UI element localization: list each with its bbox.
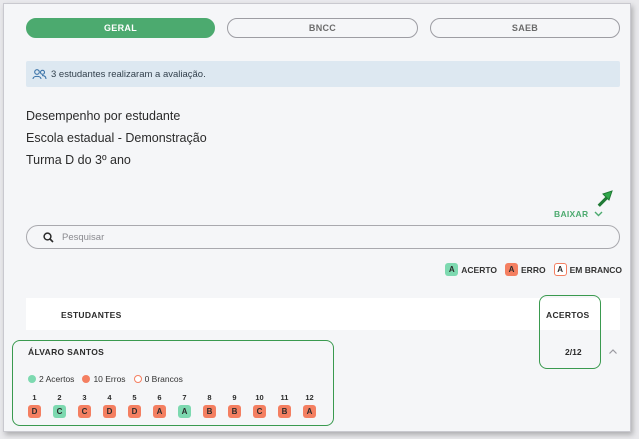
answer-item: 7A xyxy=(178,393,191,418)
blank-dot-icon xyxy=(133,375,142,383)
question-number: 12 xyxy=(305,393,314,402)
answer-item: 9B xyxy=(228,393,241,418)
legend-correct-badge: A xyxy=(445,263,459,276)
question-number: 10 xyxy=(255,393,264,402)
summary-correct-text: 2 Acertos xyxy=(39,374,75,384)
page-title: Desempenho por estudante xyxy=(26,109,181,123)
column-header-students[interactable]: ESTUDANTES xyxy=(61,310,122,320)
legend-blank-label: EM BRANCO xyxy=(569,264,622,275)
question-number: 3 xyxy=(82,393,87,402)
student-summary: 2 Acertos 10 Erros 0 Brancos xyxy=(28,374,183,384)
legend-wrong-badge: A xyxy=(505,263,519,276)
answer-item: 8B xyxy=(203,393,216,418)
answer-badge: B xyxy=(228,405,241,418)
summary-blank-text: 0 Brancos xyxy=(144,374,183,384)
search-icon xyxy=(43,231,54,243)
chevron-up-icon[interactable] xyxy=(608,347,618,357)
correct-dot-icon xyxy=(28,375,36,383)
legend-blank-badge: A xyxy=(553,263,567,276)
legend-correct: A ACERTO xyxy=(445,263,497,276)
legend-wrong-label: ERRO xyxy=(521,264,546,275)
answer-item: 12 A xyxy=(303,393,316,418)
school-name: Escola estadual - Demonstração xyxy=(26,131,207,145)
answer-badge: B xyxy=(278,405,291,418)
answer-badge: A xyxy=(178,405,191,418)
answer-item: 2C xyxy=(53,393,66,418)
question-number: 8 xyxy=(207,393,212,402)
answer-item: 6A xyxy=(153,393,166,418)
answer-item: 1D xyxy=(28,393,41,418)
answer-item: 10 C xyxy=(253,393,266,418)
question-number: 4 xyxy=(107,393,112,402)
answer-badge: D xyxy=(28,405,41,418)
info-banner-text: 3 estudantes realizaram a avaliação. xyxy=(51,68,206,80)
legend-wrong: A ERRO xyxy=(505,263,546,276)
tab-saeb[interactable]: SAEB xyxy=(430,18,620,38)
arrow-pointer-icon xyxy=(597,190,613,207)
summary-correct: 2 Acertos xyxy=(28,374,74,384)
answer-badge: D xyxy=(103,405,116,418)
tab-bncc[interactable]: BNCC xyxy=(227,18,418,38)
question-number: 2 xyxy=(57,393,62,402)
chevron-down-icon xyxy=(594,211,603,217)
student-score: 2/12 xyxy=(565,347,582,357)
legend-correct-label: ACERTO xyxy=(461,264,498,275)
answer-badge: A xyxy=(153,405,166,418)
answer-grid: 1 D 2 C 3 C 4 D 5 D 6 A 7 A 8 B 9 B 10 C 11 B 12 A xyxy=(28,393,316,418)
summary-blank: 0 Brancos xyxy=(133,374,183,384)
summary-wrong: 10 Erros xyxy=(82,374,126,384)
answer-item: 5D xyxy=(128,393,141,418)
download-button[interactable]: BAIXAR xyxy=(554,209,603,219)
wrong-dot-icon xyxy=(82,375,91,383)
answer-badge: B xyxy=(203,405,216,418)
legend-blank: A EM BRANCO xyxy=(553,263,622,276)
search-input[interactable] xyxy=(62,231,562,243)
question-number: 9 xyxy=(232,393,237,402)
class-name: Turma D do 3º ano xyxy=(26,153,131,167)
answer-badge: D xyxy=(128,405,141,418)
info-banner: 3 estudantes realizaram a avaliação. xyxy=(26,61,620,87)
answer-badge: C xyxy=(53,405,66,418)
question-number: 1 xyxy=(32,393,37,402)
table-header: ESTUDANTES ACERTOS xyxy=(26,298,620,330)
search-box[interactable] xyxy=(26,225,620,249)
answer-item: 11 B xyxy=(278,393,291,418)
answer-badge: C xyxy=(253,405,266,418)
question-number: 11 xyxy=(280,393,289,402)
answer-badge: A xyxy=(303,405,316,418)
question-number: 6 xyxy=(157,393,162,402)
download-label: BAIXAR xyxy=(554,209,589,219)
hits-column-highlight xyxy=(539,295,601,369)
summary-wrong-text: 10 Erros xyxy=(93,374,126,384)
answer-item: 3C xyxy=(78,393,91,418)
answer-legend: A ACERTO A ERRO A EM BRANCO xyxy=(445,263,622,276)
tab-geral[interactable]: GERAL xyxy=(26,18,215,38)
answer-badge: C xyxy=(78,405,91,418)
users-icon xyxy=(32,68,48,80)
tab-bar: GERAL BNCC SAEB xyxy=(26,18,620,38)
question-number: 5 xyxy=(132,393,137,402)
question-number: 7 xyxy=(182,393,187,402)
student-name: ÁLVARO SANTOS xyxy=(28,347,105,357)
app-window: GERAL BNCC SAEB 3 estudantes realizaram … xyxy=(3,3,631,432)
answer-item: 4D xyxy=(103,393,116,418)
